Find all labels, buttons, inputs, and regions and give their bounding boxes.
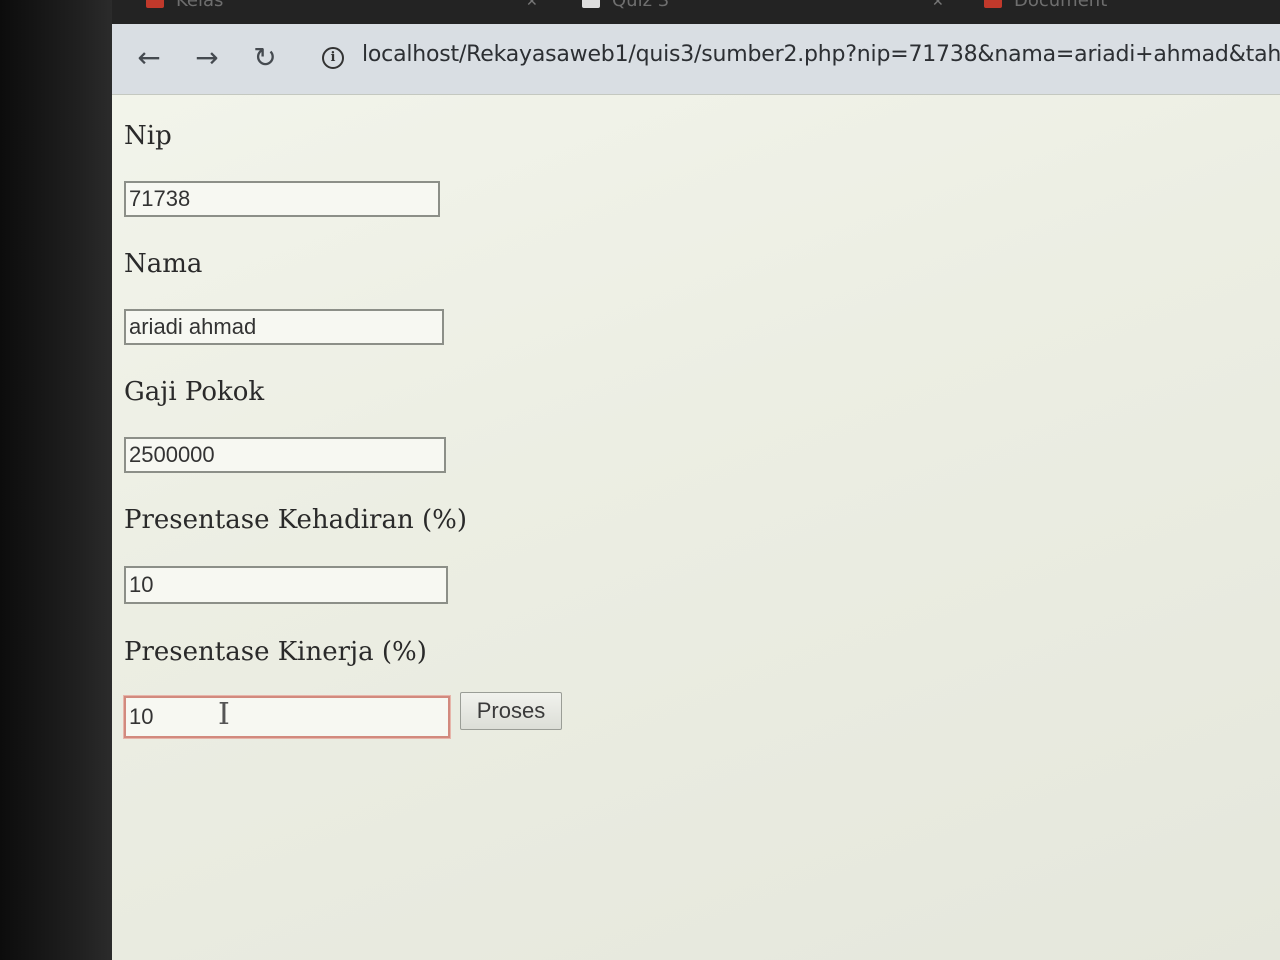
label-presentase-kehadiran: Presentase Kehadiran (%) <box>124 505 467 535</box>
close-icon[interactable]: ✕ <box>932 0 944 10</box>
label-nip: Nip <box>124 121 172 151</box>
kinerja-input[interactable] <box>124 696 450 738</box>
arrow-right-icon: → <box>195 40 219 74</box>
nip-input[interactable] <box>124 181 440 217</box>
browser-toolbar: ← → ↻ i localhost/Rekayasaweb1/quis3/sum… <box>112 24 1280 95</box>
label-nama: Nama <box>124 249 203 279</box>
reload-icon: ↻ <box>253 40 277 74</box>
tab-favicon-icon <box>582 0 600 8</box>
tab-kelas[interactable]: Kelas ✕ <box>146 0 538 14</box>
tab-document[interactable]: Document <box>984 0 1107 14</box>
tab-strip: Kelas ✕ Quiz 3 ✕ Document <box>112 0 1280 24</box>
gaji-pokok-input[interactable] <box>124 437 446 473</box>
tab-label: Kelas <box>176 0 224 11</box>
tab-favicon-icon <box>984 0 1002 8</box>
forward-button[interactable]: → <box>190 40 224 74</box>
tab-favicon-icon <box>146 0 164 8</box>
reload-button[interactable]: ↻ <box>248 40 282 74</box>
tab-quiz3[interactable]: Quiz 3 ✕ <box>582 0 944 14</box>
kehadiran-input[interactable] <box>124 566 448 604</box>
browser-window: Kelas ✕ Quiz 3 ✕ Document ← → ↻ i localh… <box>112 0 1280 960</box>
proses-button[interactable]: Proses <box>460 692 562 730</box>
address-bar[interactable]: i localhost/Rekayasaweb1/quis3/sumber2.p… <box>318 38 1280 78</box>
arrow-left-icon: ← <box>137 40 161 74</box>
monitor-bezel <box>0 0 112 960</box>
url-text[interactable]: localhost/Rekayasaweb1/quis3/sumber2.php… <box>362 42 1280 67</box>
back-button[interactable]: ← <box>132 40 166 74</box>
close-icon[interactable]: ✕ <box>526 0 538 10</box>
label-gaji-pokok: Gaji Pokok <box>124 377 265 407</box>
tab-label: Quiz 3 <box>612 0 670 11</box>
nama-input[interactable] <box>124 309 444 345</box>
info-icon[interactable]: i <box>322 47 344 69</box>
text-cursor-icon: I <box>218 697 230 732</box>
tab-label: Document <box>1014 0 1108 11</box>
label-presentase-kinerja: Presentase Kinerja (%) <box>124 637 427 667</box>
